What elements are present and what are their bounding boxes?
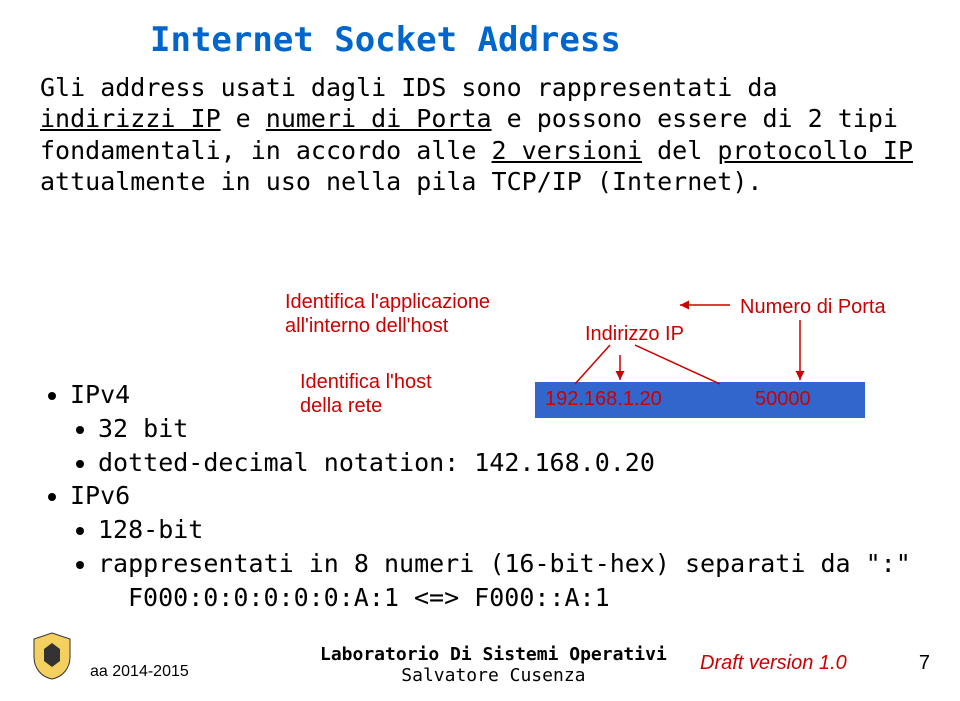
ipv4-dotted: dotted-decimal notation: 142.168.0.20 (98, 446, 911, 480)
ipv4-bits: 32 bit (98, 412, 911, 446)
ip-label: Indirizzo IP (585, 323, 684, 346)
footer-page: 7 (919, 652, 930, 675)
footer-draft: Draft version 1.0 (700, 652, 847, 675)
app-l2: all'interno dell'host (285, 315, 448, 337)
ipv6-label: IPv6 (70, 481, 130, 510)
ipv6-item: IPv6 128-bit rappresentati in 8 numeri (… (70, 479, 911, 614)
porta-label: Numero di Porta (740, 296, 886, 319)
ipv6-bits: 128-bit (98, 513, 911, 547)
p1: Gli address usati dagli IDS sono rappres… (40, 73, 778, 102)
footer-center: Laboratorio Di Sistemi Operativi Salvato… (320, 644, 667, 687)
app-label: Identifica l'applicazione all'interno de… (285, 290, 490, 338)
p5: attualmente in uso nella pila TCP/IP (In… (40, 167, 762, 196)
footer-c2: Salvatore Cusenza (401, 665, 585, 686)
p4: del (642, 136, 717, 165)
ipv4-label: IPv4 (70, 380, 130, 409)
u2: numeri di Porta (266, 104, 492, 133)
u3: 2 versioni (492, 136, 643, 165)
footer-c1: Laboratorio Di Sistemi Operativi (320, 644, 667, 665)
intro-paragraph: Gli address usati dagli IDS sono rappres… (40, 72, 920, 197)
u1: indirizzi IP (40, 104, 221, 133)
app-l1: Identifica l'applicazione (285, 291, 490, 313)
ipv6-example: F000:0:0:0:0:0:A:1 <=> F000::A:1 (128, 581, 610, 615)
ipv6-repr: rappresentati in 8 numeri (16-bit-hex) s… (98, 547, 911, 581)
page-title: Internet Socket Address (150, 20, 621, 60)
crest-icon (30, 631, 74, 681)
bullet-list: IPv4 32 bit dotted-decimal notation: 142… (40, 378, 911, 614)
footer-year: aa 2014-2015 (90, 663, 189, 681)
p2: e (221, 104, 266, 133)
u4: protocollo IP (717, 136, 913, 165)
ipv4-item: IPv4 32 bit dotted-decimal notation: 142… (70, 378, 911, 479)
